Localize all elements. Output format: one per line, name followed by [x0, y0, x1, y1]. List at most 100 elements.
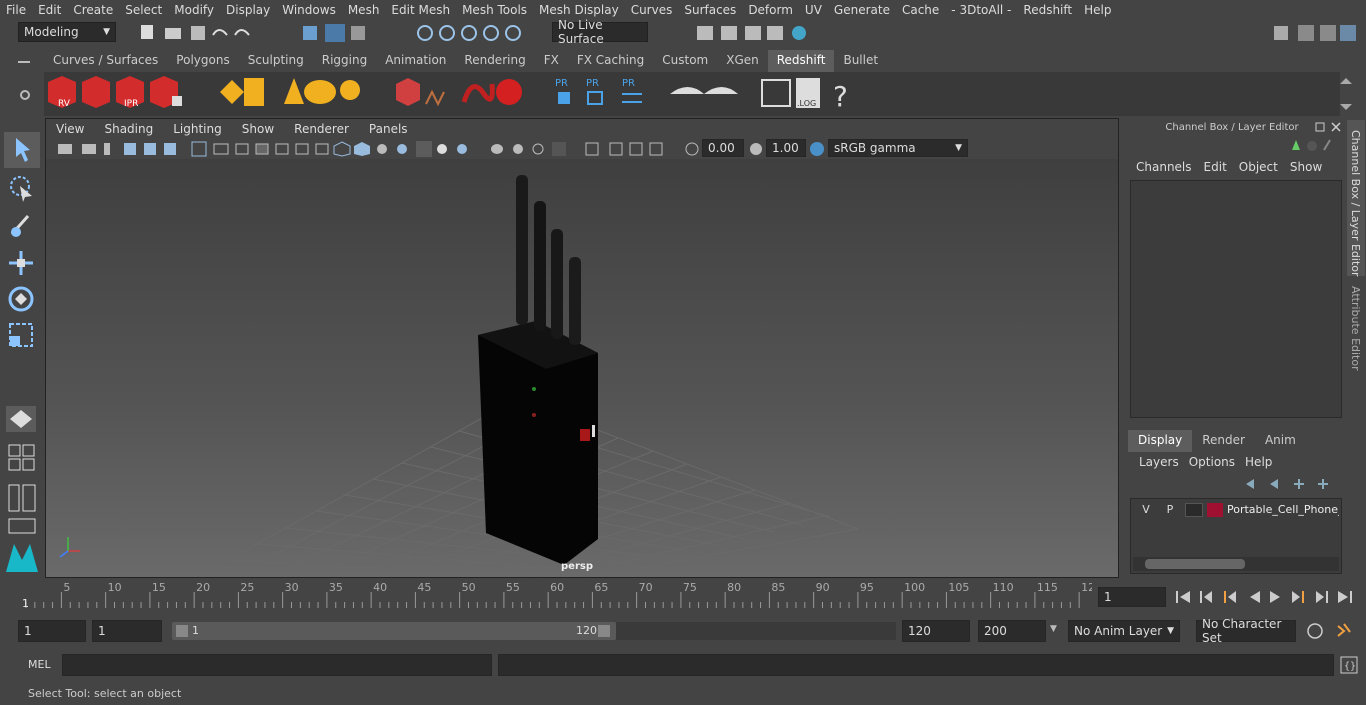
shelf-tab-animation[interactable]: Animation	[376, 50, 455, 72]
range-slider-start-handle[interactable]	[176, 625, 188, 637]
layer-tab-anim[interactable]: Anim	[1255, 430, 1306, 452]
outliner-toggle-icon[interactable]	[8, 518, 36, 534]
viewport-3d[interactable]: persp	[46, 159, 1118, 577]
shelf-tab-fx-caching[interactable]: FX Caching	[568, 50, 653, 72]
menu-help[interactable]: Help	[1078, 3, 1117, 17]
shelf-tab-redshift[interactable]: Redshift	[767, 50, 835, 72]
channel-box-menu-object[interactable]: Object	[1233, 160, 1284, 178]
tab-attribute-editor[interactable]: Attribute Editor	[1347, 282, 1365, 372]
shelf-tab-xgen[interactable]: XGen	[717, 50, 768, 72]
current-frame-field[interactable]: 1	[1098, 587, 1166, 607]
menu-curves[interactable]: Curves	[625, 3, 679, 17]
gear-icon	[172, 96, 182, 106]
menu-mesh-display[interactable]: Mesh Display	[533, 3, 625, 17]
script-editor-icon[interactable]: {}	[1340, 656, 1358, 674]
character-set-dropdown[interactable]: No Character Set	[1196, 617, 1296, 645]
layer-list-scrollbar[interactable]	[1133, 557, 1339, 571]
shelf-tab-rendering[interactable]: Rendering	[455, 50, 534, 72]
menu-edit[interactable]: Edit	[32, 3, 67, 17]
shelf-tab-sculpting[interactable]: Sculpting	[239, 50, 313, 72]
colorspace-dropdown[interactable]: sRGB gamma ▼	[828, 139, 968, 157]
menu-3dtoall[interactable]: - 3DtoAll -	[945, 3, 1017, 17]
menu-deform[interactable]: Deform	[742, 3, 799, 17]
menuset-dropdown[interactable]: Modeling ▼	[18, 22, 116, 42]
single-perspective-layout-button[interactable]	[6, 406, 36, 432]
channel-list[interactable]	[1130, 180, 1342, 418]
timeline-tick-label: 60	[550, 581, 564, 594]
menu-generate[interactable]: Generate	[828, 3, 896, 17]
layer-color-swatch[interactable]	[1207, 503, 1223, 517]
shelf-tab-polygons[interactable]: Polygons	[167, 50, 238, 72]
layer-playback-toggle[interactable]: P	[1161, 503, 1179, 519]
shelf-tab-curves-surfaces[interactable]: Curves / Surfaces	[44, 50, 167, 72]
menu-mesh[interactable]: Mesh	[342, 3, 386, 17]
channel-box-menu-edit[interactable]: Edit	[1198, 160, 1233, 178]
channel-box-menu-show[interactable]: Show	[1284, 160, 1328, 178]
move-tool-icon[interactable]	[6, 248, 38, 278]
time-slider[interactable]: 5 10 15 20 25 30 35 40 45 50 55 60 65 70 75 80 85 90 95 100…	[18, 580, 1095, 610]
menu-surfaces[interactable]: Surfaces	[678, 3, 742, 17]
gamma-field[interactable]: 1.00	[766, 139, 806, 157]
anim-layer-dropdown[interactable]: No Anim Layer ▼	[1068, 620, 1180, 642]
panel-menu-view[interactable]: View	[46, 122, 94, 136]
menu-uv[interactable]: UV	[799, 3, 828, 17]
playback-end-field[interactable]: 120	[902, 620, 970, 642]
menu-redshift[interactable]: Redshift	[1017, 3, 1078, 17]
layer-row[interactable]: V P Portable_Cell_Phone_E	[1133, 501, 1339, 521]
scene-end-field[interactable]: 200	[978, 620, 1046, 642]
camera-label: persp	[561, 561, 593, 572]
shelf-menu-icon[interactable]	[18, 56, 32, 68]
shelf-tab-fx[interactable]: FX	[535, 50, 568, 72]
field-chart-icon	[275, 143, 289, 155]
layer-menu-layers[interactable]: Layers	[1134, 455, 1184, 473]
shelf-scroll-icon[interactable]	[1340, 76, 1352, 112]
panel-menu-shading[interactable]: Shading	[94, 122, 163, 136]
paint-select-icon[interactable]	[6, 210, 38, 240]
menu-file[interactable]: File	[0, 3, 32, 17]
playback-start-field[interactable]: 1	[92, 620, 162, 642]
tab-channel-box[interactable]: Channel Box / Layer Editor	[1347, 120, 1365, 277]
range-slider-end-handle[interactable]	[598, 625, 610, 637]
menu-edit-mesh[interactable]: Edit Mesh	[385, 3, 456, 17]
color-management-icon[interactable]	[808, 140, 826, 158]
select-tool-button[interactable]	[4, 132, 40, 168]
menu-create[interactable]: Create	[67, 3, 119, 17]
rotate-tool-icon[interactable]	[6, 284, 38, 314]
script-language-toggle[interactable]: MEL	[28, 658, 51, 671]
shelf-tab-rigging[interactable]: Rigging	[313, 50, 376, 72]
panel-menu-renderer[interactable]: Renderer	[284, 122, 359, 136]
layer-menu-options[interactable]: Options	[1184, 455, 1240, 473]
layer-type-toggle[interactable]	[1185, 503, 1203, 517]
shadows-icon	[457, 144, 467, 154]
layer-tab-display[interactable]: Display	[1128, 430, 1193, 452]
panel-menu-show[interactable]: Show	[232, 122, 284, 136]
scene-start-field[interactable]: 1	[18, 620, 86, 642]
menu-cache[interactable]: Cache	[896, 3, 945, 17]
layer-create-icons[interactable]	[1242, 476, 1332, 492]
live-surface-field[interactable]: No Live Surface	[552, 18, 648, 46]
panel-menu-panels[interactable]: Panels	[359, 122, 418, 136]
layer-menu-help[interactable]: Help	[1240, 455, 1277, 473]
panel-menu-lighting[interactable]: Lighting	[163, 122, 232, 136]
menu-select[interactable]: Select	[119, 3, 168, 17]
chevron-down-icon[interactable]: ▼	[1050, 624, 1057, 634]
menu-windows[interactable]: Windows	[276, 3, 342, 17]
shelf-settings-icon[interactable]	[18, 88, 32, 102]
layer-visibility-toggle[interactable]: V	[1137, 503, 1155, 519]
range-slider[interactable]: 1 120	[172, 622, 616, 640]
shelf-tab-bullet[interactable]: Bullet	[834, 50, 887, 72]
scale-tool-icon[interactable]	[6, 320, 38, 350]
shelf-tab-custom[interactable]: Custom	[653, 50, 717, 72]
menu-display[interactable]: Display	[220, 3, 276, 17]
channel-box-mode-icons[interactable]	[1286, 138, 1336, 154]
menu-modify[interactable]: Modify	[168, 3, 220, 17]
channel-box-menu-channels[interactable]: Channels	[1130, 160, 1198, 178]
menu-mesh-tools[interactable]: Mesh Tools	[456, 3, 533, 17]
exposure-field[interactable]: 0.00	[702, 139, 744, 157]
layer-tab-render[interactable]: Render	[1192, 430, 1255, 452]
range-extra-icons[interactable]	[1306, 622, 1356, 640]
persp-outliner-layout-icon[interactable]	[8, 484, 36, 512]
four-view-layout-icon[interactable]	[8, 444, 36, 472]
command-input[interactable]	[62, 654, 492, 676]
lasso-tool-icon[interactable]	[6, 174, 38, 204]
